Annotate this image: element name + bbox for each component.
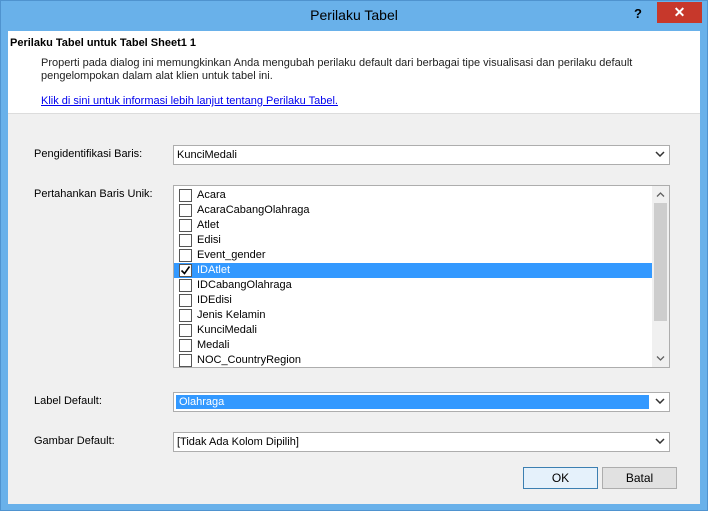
scrollbar-thumb[interactable] (654, 203, 667, 321)
selection-highlight (176, 395, 649, 409)
list-item[interactable]: Jenis Kelamin (174, 308, 653, 323)
row-identifier-dropdown[interactable]: KunciMedali (173, 145, 670, 165)
list-item[interactable]: Acara (174, 188, 653, 203)
list-item-label: IDCabangOlahraga (197, 279, 292, 291)
dialog-window: Perilaku Tabel ? ✕ Perilaku Tabel untuk … (0, 0, 708, 511)
list-item[interactable]: Event_gender (174, 248, 653, 263)
list-item[interactable]: Medali (174, 338, 653, 353)
chevron-down-icon[interactable] (652, 394, 668, 410)
checkmark-icon (180, 266, 191, 275)
list-item-label: Jenis Kelamin (197, 309, 266, 321)
list-item-label: Atlet (197, 219, 220, 231)
row-identifier-value: KunciMedali (177, 149, 237, 161)
list-item[interactable]: NOC_CountryRegion (174, 353, 653, 367)
list-item[interactable]: AcaraCabangOlahraga (174, 203, 653, 218)
list-item-label: KunciMedali (197, 324, 257, 336)
checkbox[interactable] (179, 219, 192, 232)
ok-button[interactable]: OK (523, 467, 598, 489)
header-title: Perilaku Tabel untuk Tabel Sheet1 1 (10, 37, 197, 49)
list-item-label: Acara (197, 189, 226, 201)
checkbox[interactable] (179, 279, 192, 292)
list-item[interactable]: IDEdisi (174, 293, 653, 308)
list-item-label: IDEdisi (197, 294, 232, 306)
title-bar[interactable]: Perilaku Tabel ? ✕ (1, 1, 707, 31)
list-item[interactable]: KunciMedali (174, 323, 653, 338)
scroll-up-arrow-icon[interactable] (652, 186, 669, 203)
scroll-down-arrow-icon[interactable] (652, 350, 669, 367)
chevron-down-icon[interactable] (652, 147, 668, 163)
list-item-label: Edisi (197, 234, 221, 246)
checkbox[interactable] (179, 309, 192, 322)
checkbox[interactable] (179, 264, 192, 277)
list-item-label: Medali (197, 339, 230, 351)
default-image-dropdown[interactable]: [Tidak Ada Kolom Dipilih] (173, 432, 670, 452)
checkbox[interactable] (179, 189, 192, 202)
list-item[interactable]: Atlet (174, 218, 653, 233)
default-label-label: Label Default: (34, 395, 102, 407)
list-item-label: AcaraCabangOlahraga (197, 204, 310, 216)
chevron-down-icon[interactable] (652, 434, 668, 450)
cancel-button[interactable]: Batal (602, 467, 677, 489)
dialog-client-area: Perilaku Tabel untuk Tabel Sheet1 1 Prop… (8, 31, 700, 504)
keep-unique-rows-label: Pertahankan Baris Unik: (34, 188, 153, 200)
help-button[interactable]: ? (627, 5, 649, 23)
checkbox[interactable] (179, 339, 192, 352)
checkbox[interactable] (179, 204, 192, 217)
checkbox[interactable] (179, 324, 192, 337)
list-item-label: Event_gender (197, 249, 266, 261)
help-link[interactable]: Klik di sini untuk informasi lebih lanju… (41, 95, 338, 107)
checkbox[interactable] (179, 294, 192, 307)
keep-unique-rows-list[interactable]: Acara AcaraCabangOlahraga Atlet Edisi Event_… (173, 185, 670, 368)
checkbox[interactable] (179, 234, 192, 247)
default-label-dropdown[interactable]: Olahraga (173, 392, 670, 412)
list-scrollbar[interactable] (652, 186, 669, 367)
default-label-value: Olahraga (179, 396, 225, 408)
row-identifier-label: Pengidentifikasi Baris: (34, 148, 143, 160)
default-image-value: [Tidak Ada Kolom Dipilih] (177, 436, 299, 448)
header-description: Properti pada dialog ini memungkinkan An… (41, 57, 633, 82)
list-item[interactable]: Edisi (174, 233, 653, 248)
header-panel: Perilaku Tabel untuk Tabel Sheet1 1 Prop… (8, 31, 700, 114)
list-item[interactable]: IDCabangOlahraga (174, 278, 653, 293)
close-button[interactable]: ✕ (657, 2, 702, 23)
list-item-label: IDAtlet (197, 264, 231, 276)
default-image-label: Gambar Default: (34, 435, 115, 447)
window-title: Perilaku Tabel (310, 7, 398, 23)
list-item-label: NOC_CountryRegion (197, 354, 301, 366)
checkbox[interactable] (179, 354, 192, 367)
list-item[interactable]: IDAtlet (174, 263, 653, 278)
checkbox[interactable] (179, 249, 192, 262)
